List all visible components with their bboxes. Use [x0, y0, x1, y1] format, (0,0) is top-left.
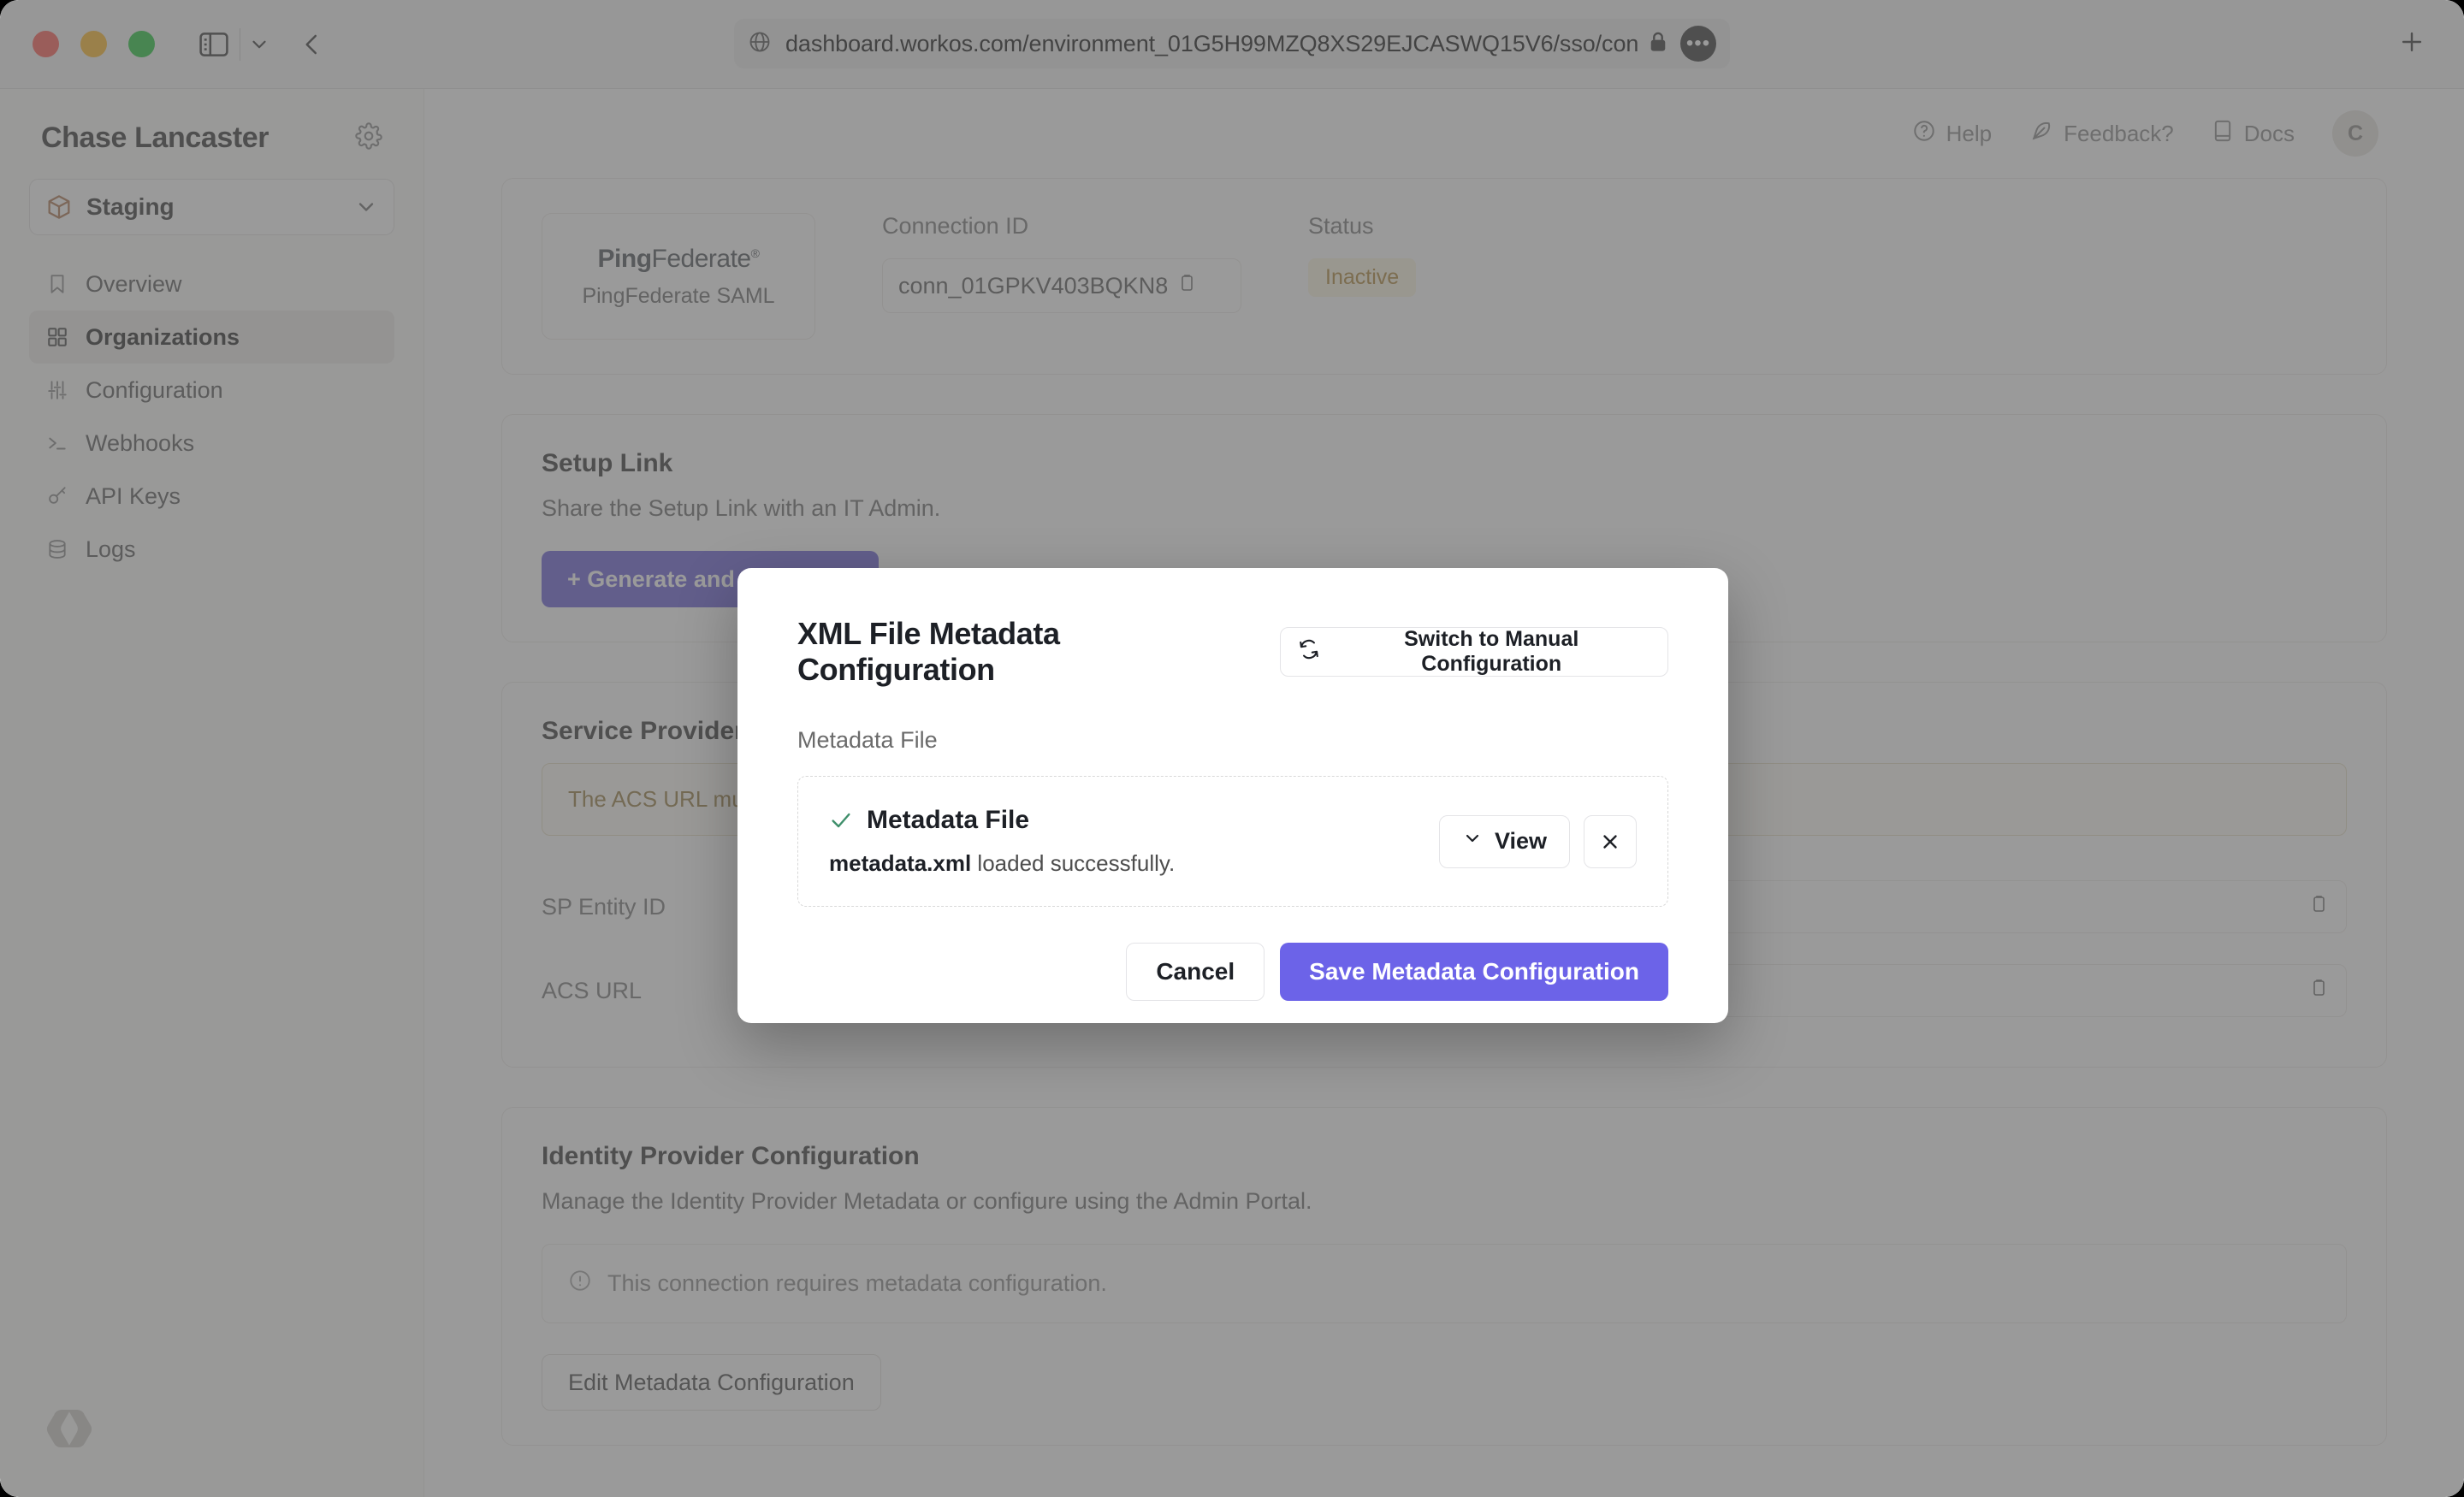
xml-metadata-modal: XML File Metadata Configuration Switch t… [737, 568, 1728, 1023]
file-title-row: Metadata File [829, 806, 1175, 835]
cancel-button[interactable]: Cancel [1126, 943, 1265, 1001]
file-info: Metadata File metadata.xml loaded succes… [829, 806, 1175, 877]
modal-header: XML File Metadata Configuration Switch t… [797, 616, 1668, 688]
switch-arrows-icon [1298, 638, 1320, 666]
uploaded-file-card: Metadata File metadata.xml loaded succes… [797, 776, 1668, 907]
check-icon [829, 808, 853, 832]
modal-footer: Cancel Save Metadata Configuration [797, 943, 1668, 1001]
metadata-file-field-label: Metadata File [797, 727, 1668, 754]
file-status-suffix: loaded successfully. [971, 850, 1175, 876]
save-metadata-configuration-button[interactable]: Save Metadata Configuration [1280, 943, 1668, 1001]
chevron-down-icon [1462, 828, 1483, 855]
switch-button-label: Switch to Manual Configuration [1332, 627, 1650, 677]
view-button-label: View [1495, 828, 1547, 855]
file-actions: View [1439, 815, 1637, 868]
file-name: metadata.xml [829, 850, 971, 876]
view-file-button[interactable]: View [1439, 815, 1570, 868]
browser-window: dashboard.workos.com/environment_01G5H99… [0, 0, 2464, 1497]
file-status-text: metadata.xml loaded successfully. [829, 850, 1175, 877]
file-title-label: Metadata File [867, 806, 1029, 835]
remove-file-button[interactable] [1584, 815, 1637, 868]
modal-title: XML File Metadata Configuration [797, 616, 1261, 688]
switch-to-manual-configuration-button[interactable]: Switch to Manual Configuration [1280, 627, 1668, 677]
